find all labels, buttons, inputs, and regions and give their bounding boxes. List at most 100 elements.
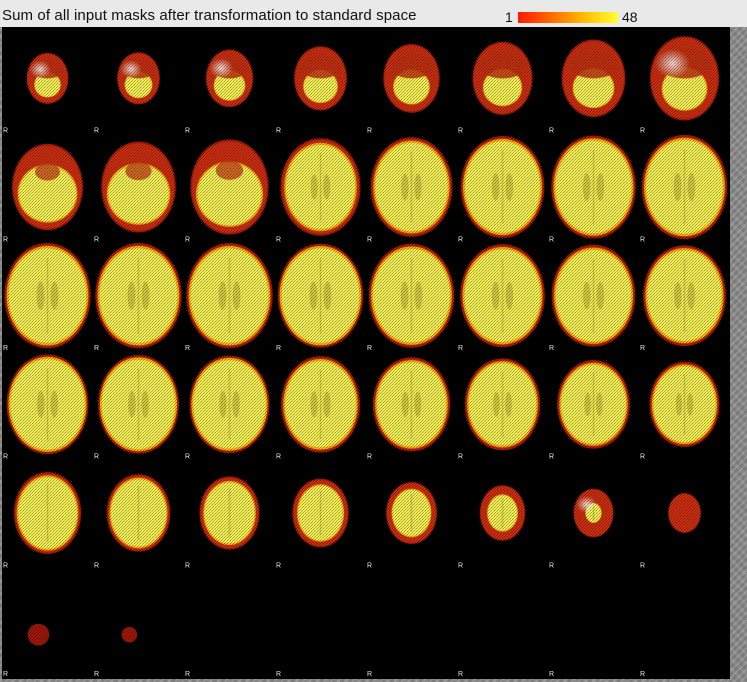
brain-slice: R bbox=[94, 474, 171, 569]
mask-texture bbox=[372, 357, 451, 452]
mask-texture bbox=[199, 476, 260, 550]
mask-texture bbox=[189, 355, 270, 454]
mask-texture bbox=[294, 46, 347, 111]
brain-slice: R bbox=[185, 476, 260, 569]
orientation-label-r: R bbox=[3, 128, 8, 135]
brain-slice: R bbox=[3, 52, 69, 135]
mask-texture bbox=[668, 493, 701, 533]
orientation-label-r: R bbox=[276, 671, 281, 678]
orientation-label-r: R bbox=[549, 671, 554, 678]
brain-slice: R bbox=[185, 243, 273, 352]
mask-texture bbox=[186, 243, 273, 349]
brain-slice: R bbox=[276, 356, 361, 461]
brain-slice: R bbox=[640, 361, 720, 461]
brain-slice: R bbox=[458, 41, 533, 135]
orientation-label-r: R bbox=[185, 671, 190, 678]
brain-slice: R bbox=[3, 243, 91, 352]
brain-slice: R bbox=[549, 39, 626, 135]
brain-slice: R bbox=[640, 245, 726, 352]
mask-texture bbox=[292, 478, 349, 548]
brain-slice: R bbox=[185, 355, 270, 461]
orientation-label-r: R bbox=[458, 562, 463, 569]
mask-texture bbox=[557, 359, 630, 449]
orientation-label-r: R bbox=[276, 345, 281, 352]
mask-texture bbox=[460, 244, 545, 348]
mask-texture bbox=[460, 136, 545, 238]
orientation-label-r: R bbox=[640, 454, 645, 461]
orientation-label-r: R bbox=[458, 671, 463, 678]
brain-slice: R bbox=[367, 671, 372, 678]
mask-texture bbox=[472, 41, 533, 115]
orientation-label-r: R bbox=[94, 236, 99, 243]
orientation-label-r: R bbox=[549, 562, 554, 569]
brain-slice: R bbox=[3, 143, 83, 243]
mask-texture bbox=[368, 243, 455, 348]
mask-texture bbox=[277, 243, 364, 348]
mask-texture bbox=[649, 36, 720, 121]
orientation-label-r: R bbox=[367, 562, 372, 569]
orientation-label-r: R bbox=[3, 236, 8, 243]
orientation-label-r: R bbox=[367, 236, 372, 243]
orientation-label-r: R bbox=[185, 128, 190, 135]
speck-texture bbox=[121, 626, 138, 643]
brain-slice: R bbox=[3, 471, 82, 569]
mask-texture bbox=[12, 143, 83, 231]
slice-mosaic-svg: R R R R R R R R R R R R R R R R R R R R R R R R R R R R R R R R R R R R R R R R… bbox=[3, 36, 728, 678]
brain-slice: R bbox=[276, 243, 364, 352]
orientation-label-r: R bbox=[94, 562, 99, 569]
brain-slice: R bbox=[185, 671, 190, 678]
orientation-label-r: R bbox=[640, 128, 645, 135]
orientation-label-r: R bbox=[3, 454, 8, 461]
orientation-label-r: R bbox=[367, 345, 372, 352]
mask-texture bbox=[573, 488, 614, 538]
mask-texture bbox=[386, 481, 437, 545]
mask-texture bbox=[641, 134, 728, 240]
orientation-label-r: R bbox=[276, 128, 281, 135]
brain-slice: R bbox=[640, 36, 720, 135]
brain-slice: R bbox=[458, 671, 463, 678]
mask-texture bbox=[6, 354, 89, 455]
orientation-label-r: R bbox=[94, 454, 99, 461]
brain-slice: R bbox=[367, 137, 453, 243]
brain-slice: R bbox=[458, 485, 526, 569]
mask-texture bbox=[370, 137, 453, 237]
orientation-label-r: R bbox=[276, 562, 281, 569]
brain-slice: R bbox=[276, 478, 349, 569]
slice-mosaic: R R R R R R R R R R R R R R R R R R R R R R R R R R R R R R R R R R R R R R R R… bbox=[2, 27, 730, 679]
orientation-label-r: R bbox=[640, 345, 645, 352]
mask-texture bbox=[551, 135, 636, 239]
mask-texture bbox=[205, 49, 254, 108]
brain-slice: R bbox=[94, 243, 182, 352]
orientation-label-r: R bbox=[94, 128, 99, 135]
mask-texture bbox=[95, 243, 182, 349]
brain-slice: R bbox=[640, 134, 728, 243]
orientation-label-r: R bbox=[185, 345, 190, 352]
mask-texture bbox=[649, 361, 720, 448]
orientation-label-r: R bbox=[367, 671, 372, 678]
orientation-label-r: R bbox=[458, 128, 463, 135]
orientation-label-r: R bbox=[3, 345, 8, 352]
orientation-label-r: R bbox=[549, 128, 554, 135]
mask-texture bbox=[643, 245, 726, 347]
orientation-label-r: R bbox=[640, 671, 645, 678]
brain-slice: R bbox=[549, 359, 630, 461]
orientation-label-r: R bbox=[276, 236, 281, 243]
brain-slice: R bbox=[185, 139, 269, 243]
orientation-label-r: R bbox=[185, 454, 190, 461]
brain-slice: R bbox=[276, 46, 347, 135]
brain-slice: R bbox=[367, 481, 437, 569]
brain-slice: R bbox=[185, 49, 254, 135]
orientation-label-r: R bbox=[549, 454, 554, 461]
mask-texture bbox=[383, 43, 440, 113]
brain-slice: R bbox=[94, 626, 138, 678]
brain-slice: R bbox=[549, 671, 554, 678]
mask-texture bbox=[464, 358, 541, 451]
brain-slice: R bbox=[549, 135, 636, 243]
orientation-label-r: R bbox=[3, 562, 8, 569]
brain-slice: R bbox=[549, 244, 636, 352]
brain-slice: R bbox=[367, 243, 455, 352]
mask-texture bbox=[101, 141, 176, 233]
brain-slice: R bbox=[640, 671, 645, 678]
speck-texture bbox=[27, 623, 50, 646]
orientation-label-r: R bbox=[549, 236, 554, 243]
